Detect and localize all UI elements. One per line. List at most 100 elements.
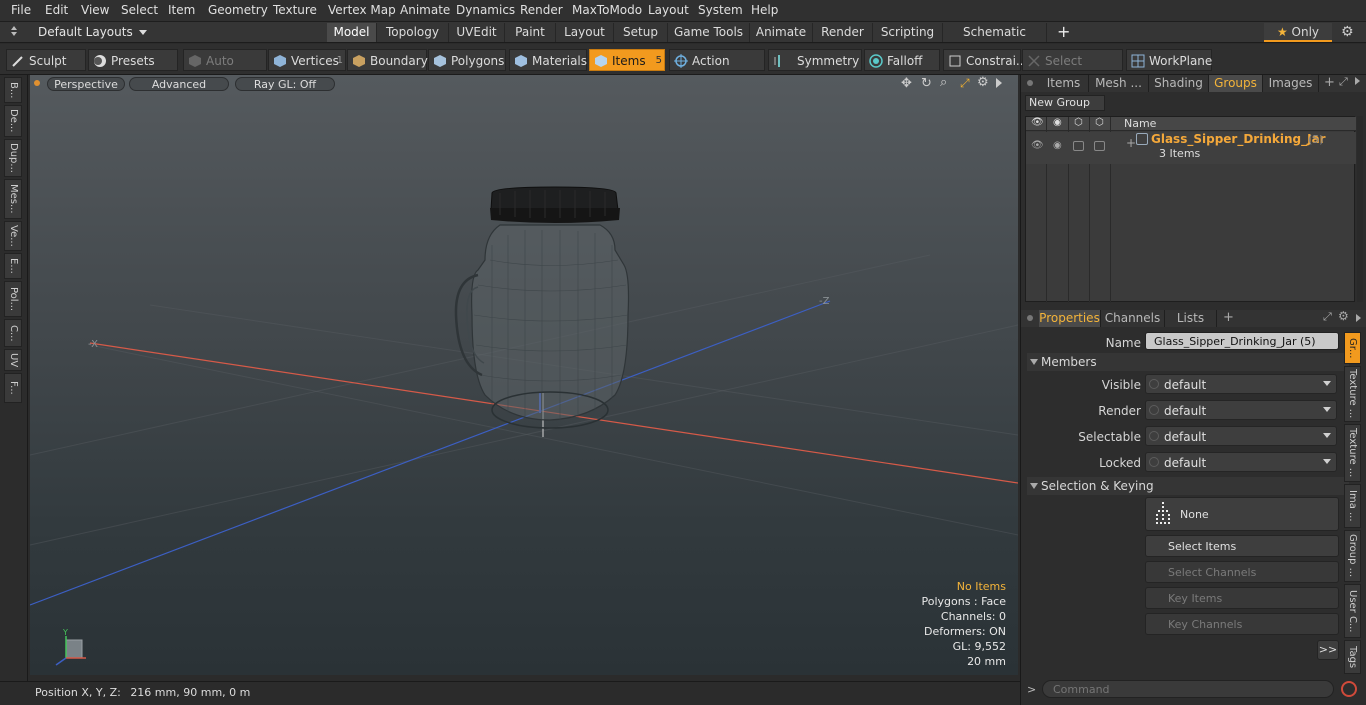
auto-select-button[interactable]: Auto Select [183,49,267,90]
tab-animate[interactable]: Animate [750,23,813,42]
tab-uvedit[interactable]: UVEdit [449,23,505,42]
tab-game-tools[interactable]: Game Tools [668,23,750,42]
menu-layout[interactable]: Layout [648,3,689,17]
polygons-button[interactable]: Polygons [428,49,506,71]
select-toggle-checkbox[interactable] [1094,141,1105,151]
left-tab-basic[interactable]: B... [4,77,22,103]
side-tab-texture-1[interactable]: Texture ... [1344,366,1361,422]
workplane-button[interactable]: WorkPlane [1126,49,1212,71]
new-group-button[interactable]: New Group [1025,95,1105,111]
side-tab-image[interactable]: Ima ... [1344,484,1361,528]
materials-button[interactable]: Materials [509,49,587,71]
tab-render[interactable]: Render [813,23,873,42]
jar-model[interactable] [454,186,630,429]
tab-model[interactable]: Model [327,23,377,42]
members-section-header[interactable]: Members [1027,353,1349,371]
group-row[interactable]: 👁 ◉ + Glass_Sipper_Drinking_Jar (5) 3 It… [1026,132,1356,164]
select-channels-button[interactable]: Select Channels [1145,561,1339,583]
select-through-button[interactable]: Select Through [1022,49,1123,90]
menu-texture[interactable]: Texture [273,3,317,17]
command-input[interactable] [1042,680,1334,698]
perspective-dropdown[interactable]: Perspective [47,77,125,91]
key-items-button[interactable]: Key Items [1145,587,1339,609]
visibility-eye-icon[interactable]: 👁 [1031,140,1044,151]
left-tab-curve[interactable]: C... [4,319,22,347]
select-items-button[interactable]: Select Items [1145,535,1339,557]
left-tab-mesh[interactable]: Mes... [4,179,22,219]
fit-view-icon[interactable]: ⤢ [960,76,970,91]
play-arrow-icon[interactable] [996,78,1002,88]
tab-groups[interactable]: Groups [1209,75,1263,92]
properties-expand-icon[interactable]: ⤢ [1323,310,1332,324]
groups-scrollbar[interactable] [1357,116,1363,302]
menu-vertex-map[interactable]: Vertex Map [328,3,396,17]
advanced-dropdown[interactable]: Advanced [129,77,229,91]
menu-animate[interactable]: Animate [400,3,450,17]
left-tab-edge[interactable]: E... [4,253,22,279]
visible-dropdown[interactable]: default [1145,374,1337,394]
properties-gear-icon[interactable]: ⚙ [1338,309,1349,323]
menu-dynamics[interactable]: Dynamics [456,3,515,17]
left-tab-deform[interactable]: De... [4,105,22,137]
locked-dropdown[interactable]: default [1145,452,1337,472]
items-button[interactable]: Items 5 [589,49,665,71]
tab-setup[interactable]: Setup [614,23,668,42]
tab-layout[interactable]: Layout [556,23,614,42]
tab-topology[interactable]: Topology [377,23,449,42]
presets-button[interactable]: Presets [88,49,178,71]
properties-menu-dot-icon[interactable] [1027,315,1033,321]
falloff-button[interactable]: Falloff [864,49,940,71]
render-dropdown[interactable]: default [1145,400,1337,420]
tab-paint[interactable]: Paint [505,23,556,42]
side-tab-group[interactable]: Gr... [1344,332,1361,364]
menu-item[interactable]: Item [168,3,195,17]
tab-channels[interactable]: Channels [1101,310,1165,327]
layout-arrows-icon[interactable] [8,25,20,37]
add-properties-tab-icon[interactable]: + [1223,310,1234,325]
side-tab-group-2[interactable]: Group ... [1344,530,1361,582]
move-view-icon[interactable]: ✥ [901,76,912,91]
zoom-view-icon[interactable]: ⌕ [940,75,947,90]
add-panel-tab-icon[interactable]: + [1324,75,1335,90]
side-tab-user-channels[interactable]: User C... [1344,584,1361,638]
selectable-dropdown[interactable]: default [1145,426,1337,446]
add-tab-button[interactable]: + [1057,22,1070,41]
panel-menu-dot-icon[interactable] [1027,80,1033,86]
vertices-button[interactable]: Vertices 1 [268,49,346,71]
none-button[interactable]: None [1145,497,1339,531]
expand-plus-icon[interactable]: + [1126,136,1136,150]
menu-system[interactable]: System [698,3,743,17]
sculpt-button[interactable]: Sculpt [6,49,86,71]
tab-images[interactable]: Images [1263,75,1319,92]
record-icon[interactable] [1341,681,1357,697]
menu-file[interactable]: File [11,3,31,17]
raygl-dropdown[interactable]: Ray GL: Off [235,77,335,91]
viewport-settings-gear-icon[interactable]: ⚙ [977,75,989,90]
tab-lists[interactable]: Lists [1165,310,1217,327]
3d-viewport[interactable]: -X -Z Y Perspective Advanced Ray GL: Off… [30,75,1018,675]
left-tab-polygon[interactable]: Pol... [4,281,22,317]
render-toggle-icon[interactable]: ◉ [1053,140,1062,151]
symmetry-button[interactable]: Symmetry [768,49,862,71]
tab-items[interactable]: Items [1039,75,1089,92]
left-tab-vertex[interactable]: Ve... [4,221,22,251]
left-tab-duplicate[interactable]: Dup... [4,139,22,177]
left-tab-fusion[interactable]: F... [4,373,22,403]
properties-arrow-icon[interactable] [1356,314,1361,322]
key-channels-button[interactable]: Key Channels [1145,613,1339,635]
menu-maxtomodo[interactable]: MaxToModo [572,3,642,17]
tab-scripting[interactable]: Scripting [873,23,943,42]
panel-arrow-icon[interactable] [1355,77,1360,85]
menu-help[interactable]: Help [751,3,778,17]
menu-render[interactable]: Render [520,3,563,17]
action-center-button[interactable]: Action Center [669,49,765,90]
boundary-button[interactable]: Boundary [347,49,428,71]
expand-icon[interactable]: ⤢ [1339,75,1348,89]
layout-dropdown[interactable]: Default Layouts [38,25,147,39]
tab-shading[interactable]: Shading [1149,75,1209,92]
left-tab-uv[interactable]: UV [4,349,22,371]
menu-view[interactable]: View [81,3,109,17]
tab-properties[interactable]: Properties [1039,310,1101,327]
side-tab-texture-2[interactable]: Texture ... [1344,424,1361,482]
menu-geometry[interactable]: Geometry [208,3,268,17]
